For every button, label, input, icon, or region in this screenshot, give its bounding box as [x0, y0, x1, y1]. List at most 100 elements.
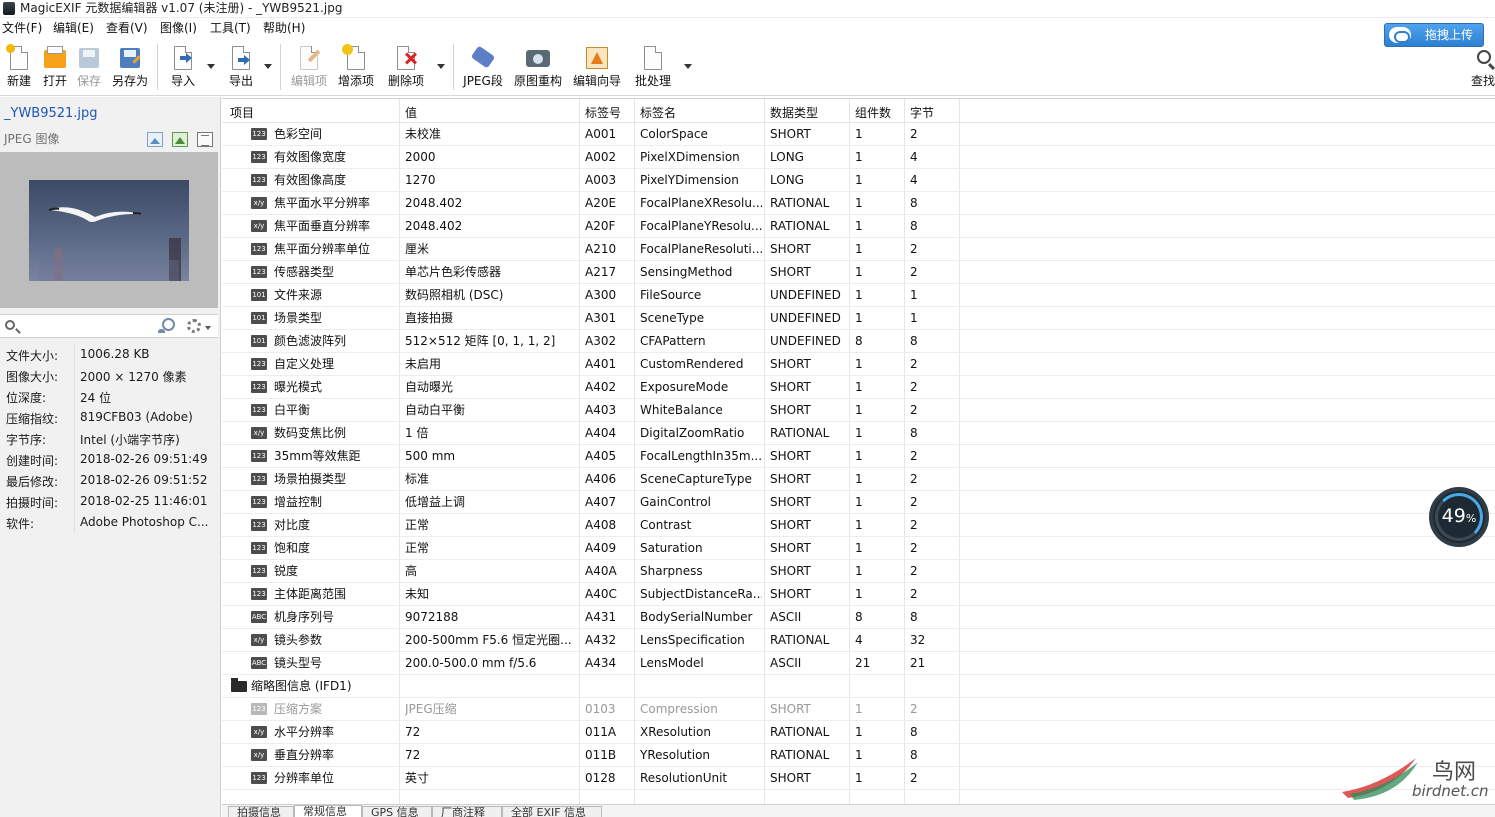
batch-dropdown-arrow[interactable] [684, 64, 692, 69]
table-row[interactable]: 123 有效图像宽度 2000 A002 PixelXDimension LONG 1 4 [222, 146, 1495, 169]
cell-value: 2048.402 [405, 219, 463, 233]
add-item-button[interactable]: 增添项 [336, 44, 376, 92]
delete-item-button[interactable]: 删除项 [386, 44, 426, 92]
folder-icon [231, 678, 247, 692]
save-button[interactable]: 保存 [74, 44, 104, 92]
table-row[interactable]: 123 35mm等效焦距 500 mm A405 FocalLengthIn35m...… [222, 445, 1495, 468]
item-name: 增益控制 [274, 495, 323, 509]
memory-usage-widget[interactable]: 49% [1429, 487, 1489, 547]
table-row[interactable]: 123 曝光模式 自动曝光 A402 ExposureMode SHORT 1 2 [222, 376, 1495, 399]
table-row[interactable]: x/y 焦平面垂直分辨率 2048.402 A20F FocalPlaneYResolu… [222, 215, 1495, 238]
edit-wizard-button[interactable]: 编辑向导 [571, 44, 623, 92]
cell-type: ASCII [770, 656, 802, 670]
table-row[interactable]: 123 锐度 高 A40A Sharpness SHORT 1 2 [222, 560, 1495, 583]
cell-value: 200-500mm F5.6 恒定光圈... [405, 633, 572, 647]
table-row[interactable]: x/y 镜头参数 200-500mm F5.6 恒定光圈... A432 LensSpe… [222, 629, 1495, 652]
menu-tools[interactable]: 工具(T) [210, 20, 251, 36]
export-dropdown-arrow[interactable] [264, 64, 272, 69]
item-name: 水平分辨率 [274, 725, 335, 739]
cell-value: 未启用 [405, 357, 442, 371]
table-row[interactable]: x/y 数码变焦比例 1 倍 A404 DigitalZoomRatio RATIONAL… [222, 422, 1495, 445]
menu-file[interactable]: 文件(F) [2, 20, 42, 36]
table-row[interactable]: 123 场景拍摄类型 标准 A406 SceneCaptureType SHORT 1 2 [222, 468, 1495, 491]
view-image-icon[interactable] [147, 132, 163, 147]
edit-item-button[interactable]: 编辑项 [289, 44, 329, 92]
batch-button[interactable]: 批处理 [632, 44, 674, 92]
add-item-icon [342, 44, 368, 72]
tab-maker-notes[interactable]: 厂商注释 [432, 806, 502, 817]
delete-dropdown-arrow[interactable] [437, 64, 445, 69]
column-header-item[interactable]: 项目 [230, 104, 254, 121]
table-row[interactable]: 123 有效图像高度 1270 A003 PixelYDimension LONG 1 4 [222, 169, 1495, 192]
menu-image[interactable]: 图像(I) [160, 20, 197, 36]
table-row[interactable]: 123 自定义处理 未启用 A401 CustomRendered SHORT 1 2 [222, 353, 1495, 376]
cell-tagname: ColorSpace [640, 127, 708, 141]
table-row[interactable]: 123 压缩方案 JPEG压缩 0103 Compression SHORT 1 2 [222, 698, 1495, 721]
table-row[interactable]: 123 传感器类型 单芯片色彩传感器 A217 SensingMethod SHORT 1 2 [222, 261, 1495, 284]
table-row[interactable]: x/y 焦平面水平分辨率 2048.402 A20E FocalPlaneXResolu… [222, 192, 1495, 215]
tab-general-info[interactable]: 常规信息 [294, 805, 362, 817]
new-button[interactable]: 新建 [4, 44, 34, 92]
chevron-down-icon[interactable] [205, 326, 211, 330]
tab-all-exif[interactable]: 全部 EXIF 信息 [502, 806, 602, 817]
table-row[interactable]: 123 饱和度 正常 A409 Saturation SHORT 1 2 [222, 537, 1495, 560]
menu-view[interactable]: 查看(V) [106, 20, 148, 36]
file-name[interactable]: _YWB9521.jpg [4, 106, 98, 121]
table-row[interactable]: x/y 水平分辨率 72 011A XResolution RATIONAL 1 8 [222, 721, 1495, 744]
table-row[interactable]: 123 主体距离范围 未知 A40C SubjectDistanceRa... SHORT… [222, 583, 1495, 606]
view-photo-icon[interactable] [172, 132, 188, 147]
table-row[interactable]: 123 分辨率单位 英寸 0128 ResolutionUnit SHORT 1 2 [222, 767, 1495, 790]
item-name: 曝光模式 [274, 380, 323, 394]
cell-value: 未知 [405, 587, 430, 601]
table-row[interactable]: 101 颜色滤波阵列 512×512 矩阵 [0, 1, 1, 2] A302 CFAP… [222, 330, 1495, 353]
cell-count: 1 [855, 380, 863, 394]
cell-value: 标准 [405, 472, 430, 486]
value-type-icon: 101 [251, 312, 267, 324]
table-group-row[interactable]: 缩略图信息 (IFD1) [222, 675, 1495, 698]
image-preview [0, 152, 218, 308]
column-header-tag-id[interactable]: 标签号 [585, 104, 621, 121]
column-header-data-type[interactable]: 数据类型 [770, 104, 818, 121]
import-dropdown-arrow[interactable] [207, 64, 215, 69]
table-row[interactable]: 123 增益控制 低增益上调 A407 GainControl SHORT 1 2 [222, 491, 1495, 514]
column-header-bytes[interactable]: 字节 [910, 104, 934, 121]
jpeg-segment-button[interactable]: JPEG段 [462, 44, 504, 92]
menu-help[interactable]: 帮助(H) [263, 20, 305, 36]
column-header-count[interactable]: 组件数 [855, 104, 891, 121]
column-header-tag-name[interactable]: 标签名 [640, 104, 676, 121]
table-row[interactable]: 123 白平衡 自动白平衡 A403 WhiteBalance SHORT 1 2 [222, 399, 1495, 422]
table-row[interactable]: 101 文件来源 数码照相机 (DSC) A300 FileSource UNDEFINE… [222, 284, 1495, 307]
tab-shooting-info[interactable]: 拍摄信息 [228, 806, 294, 817]
metadata-search-input[interactable] [22, 318, 152, 335]
menu-edit[interactable]: 编辑(E) [53, 20, 94, 36]
find-person-icon[interactable] [158, 318, 176, 335]
item-name: 35mm等效焦距 [274, 449, 361, 463]
table-row[interactable]: ABC 机身序列号 9072188 A431 BodySerialNumber ASCII… [222, 606, 1495, 629]
table-row[interactable]: 101 场景类型 直接拍摄 A301 SceneType UNDEFINED 1 1 [222, 307, 1495, 330]
column-header-value[interactable]: 值 [405, 104, 417, 121]
rebuild-original-button[interactable]: 原图重构 [512, 44, 564, 92]
tab-gps-info[interactable]: GPS 信息 [362, 806, 432, 817]
view-list-icon[interactable] [197, 132, 213, 147]
table-row[interactable]: ABC 镜头型号 200.0-500.0 mm f/5.6 A434 LensModel… [222, 652, 1495, 675]
cell-tagname: DigitalZoomRatio [640, 426, 745, 440]
cell-bytes: 8 [910, 196, 918, 210]
drag-upload-button[interactable]: 拖拽上传 [1384, 23, 1484, 47]
cell-bytes: 8 [910, 334, 918, 348]
item-name: 传感器类型 [274, 265, 335, 279]
cell-count: 1 [855, 449, 863, 463]
table-row[interactable]: 123 色彩空间 未校准 A001 ColorSpace SHORT 1 2 [222, 123, 1495, 146]
save-as-button[interactable]: 另存为 [110, 44, 150, 92]
cell-value: JPEG压缩 [405, 702, 457, 716]
import-button[interactable]: 导入 [167, 44, 199, 92]
find-button[interactable]: 查找 [1470, 44, 1495, 92]
export-button[interactable]: 导出 [225, 44, 257, 92]
gear-icon[interactable] [187, 319, 201, 333]
table-row[interactable]: x/y 垂直分辨率 72 011B YResolution RATIONAL 1 8 [222, 744, 1495, 767]
table-row[interactable]: 123 焦平面分辨率单位 厘米 A210 FocalPlaneResoluti... SH… [222, 238, 1495, 261]
property-row: 位深度: 24 位 [0, 386, 218, 407]
cell-bytes: 2 [910, 265, 918, 279]
table-row[interactable]: 123 对比度 正常 A408 Contrast SHORT 1 2 [222, 514, 1495, 537]
cell-count: 1 [855, 771, 863, 785]
open-button[interactable]: 打开 [40, 44, 70, 92]
